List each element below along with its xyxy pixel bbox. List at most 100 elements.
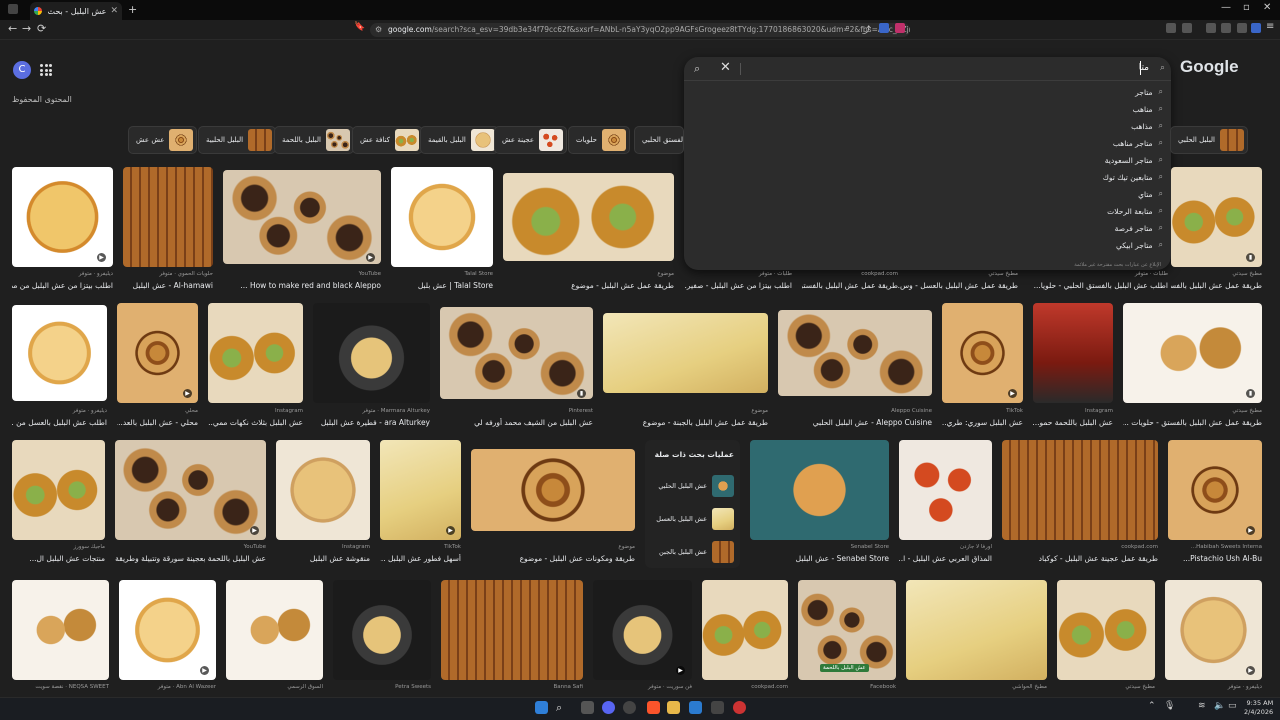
image-caption[interactable]: عش البلبل باللحمة بعجينة سورقة وتتبيلة و…: [115, 554, 266, 563]
app-icon[interactable]: [623, 701, 636, 714]
saved-content-link[interactable]: المحتوى المحفوظ: [12, 95, 72, 104]
related-search-item[interactable]: عش البلبل الحلبي: [650, 474, 734, 498]
result-image[interactable]: [115, 440, 266, 540]
image-caption[interactable]: طريقة ومكونات عش البلبل - موضوع: [471, 554, 635, 563]
result-image[interactable]: [391, 167, 493, 267]
image-caption[interactable]: Pistachio Ush Al-Bu...: [1168, 554, 1262, 563]
result-image[interactable]: [1168, 440, 1262, 540]
avatar[interactable]: C: [13, 61, 31, 79]
result-image[interactable]: [1165, 580, 1262, 680]
result-image[interactable]: [119, 580, 216, 680]
image-caption[interactable]: منتجات عش البلبل ال...: [12, 554, 105, 563]
result-image[interactable]: [471, 449, 635, 531]
image-caption[interactable]: اطلب بيتزا من عش البلبل - صفير...: [684, 281, 792, 290]
result-image[interactable]: [223, 170, 381, 264]
chip[interactable]: عجينة عش: [494, 126, 567, 154]
chip[interactable]: البلبل بالفستق الحلبي: [634, 126, 684, 154]
chip[interactable]: حلويات: [568, 126, 630, 154]
result-image[interactable]: [276, 440, 370, 540]
image-caption[interactable]: عش البلبل من الشيف محمد أورفه لي: [440, 418, 593, 427]
result-image[interactable]: [603, 313, 768, 393]
google-logo[interactable]: Google: [1180, 57, 1239, 77]
result-image[interactable]: [440, 307, 593, 399]
result-image[interactable]: [12, 305, 107, 401]
image-caption[interactable]: Talal Store | عش بلبل: [391, 281, 493, 290]
related-search-item[interactable]: عش البلبل بالجبن: [650, 540, 734, 564]
result-image[interactable]: [1123, 303, 1262, 403]
chip[interactable]: البلبل بالقيمة: [420, 126, 499, 154]
menu-icon[interactable]: ≡: [1266, 21, 1276, 32]
result-image[interactable]: [12, 440, 105, 540]
task-view-icon[interactable]: [581, 701, 594, 714]
result-image[interactable]: [1002, 440, 1158, 540]
image-caption[interactable]: محلي - عش البلبل بالعد...: [117, 418, 198, 427]
result-image[interactable]: [226, 580, 323, 680]
suggestion-item[interactable]: ⌕ متاجر فرصة: [1115, 223, 1163, 233]
result-image[interactable]: [778, 310, 932, 396]
discord-icon[interactable]: [602, 701, 615, 714]
image-caption[interactable]: ara Alturkey - فطيرة عش البلبل: [313, 418, 430, 427]
result-image[interactable]: عش البلبل باللحمة: [798, 580, 896, 680]
result-image[interactable]: [333, 580, 431, 680]
start-icon[interactable]: [535, 701, 548, 714]
result-image[interactable]: [313, 303, 430, 403]
image-caption[interactable]: المذاق العربي عش البلبل - ا...: [899, 554, 992, 563]
apps-grid-icon[interactable]: [40, 64, 52, 76]
image-caption[interactable]: عش البلبل باللحمة حمو...: [1033, 418, 1113, 427]
result-image[interactable]: [702, 580, 788, 680]
close-window-icon[interactable]: ✕: [1263, 2, 1271, 13]
result-image[interactable]: [12, 580, 109, 680]
image-caption[interactable]: Senabel Store - عش البلبل: [750, 554, 889, 563]
app-icon[interactable]: [711, 701, 724, 714]
image-caption[interactable]: Aleppo Cuisine - عش البلبل الحلبي: [778, 418, 932, 427]
extensions-icon[interactable]: [1166, 23, 1176, 33]
suggestion-item[interactable]: ⌕ مذاهب: [1131, 121, 1163, 131]
suggestion-item[interactable]: ⌕ متاجر ابيكي: [1116, 240, 1163, 250]
image-caption[interactable]: عش البلبل بثلاث نكهات ممي...: [208, 418, 303, 427]
shield-icon[interactable]: [879, 23, 889, 33]
suggestion-item[interactable]: ⌕ متاجر مناهب: [1113, 138, 1163, 148]
image-caption[interactable]: طريقة عمل عش البلبل - موضوع: [503, 281, 674, 290]
back-icon[interactable]: ←: [8, 22, 17, 35]
folder-icon[interactable]: [667, 701, 680, 714]
result-image[interactable]: [906, 580, 1047, 680]
chip[interactable]: البلبل الحلبية: [198, 126, 277, 154]
image-caption[interactable]: أسهل فطور عش البلبل ...: [380, 554, 461, 563]
result-image[interactable]: [12, 167, 113, 267]
suggestion-item[interactable]: ⌕ متابعة الرحلات: [1107, 206, 1163, 216]
related-search-item[interactable]: عش البلبل بالعسل: [650, 507, 734, 531]
image-caption[interactable]: Al-hamawi - عش البلبل: [123, 281, 213, 290]
chevron-up-icon[interactable]: ⌃: [1148, 701, 1161, 714]
suggestion-item[interactable]: ⌕ مناهب: [1133, 104, 1163, 114]
result-image[interactable]: [117, 303, 198, 403]
result-image[interactable]: [750, 440, 889, 540]
image-caption[interactable]: طريقة عمل عش البلبل بالفستق...: [802, 281, 898, 290]
url-field[interactable]: ⚙ google.com/search?sca_esv=39db3e34f79c…: [370, 23, 910, 37]
tab-actions-icon[interactable]: [8, 4, 18, 14]
volume-icon[interactable]: 🔈: [1214, 701, 1227, 714]
image-caption[interactable]: طريقة عمل عجينة عش البلبل - كوكباد: [1002, 554, 1158, 563]
app-icon[interactable]: [689, 701, 702, 714]
sidebar-icon[interactable]: [1206, 23, 1216, 33]
extension-icon[interactable]: [895, 23, 905, 33]
profile-icon[interactable]: [1251, 23, 1261, 33]
result-image[interactable]: [123, 167, 213, 267]
result-image[interactable]: [899, 440, 992, 540]
report-link[interactable]: الإبلاغ عن عبارات بحث مقترحة غير ملائمة: [1074, 262, 1161, 268]
image-caption[interactable]: اطلب عش البلبل بالفستق الحلبي - حلويا...: [1026, 281, 1168, 290]
clock[interactable]: 9:35 AM 2/4/2026: [1244, 699, 1273, 717]
image-caption[interactable]: اطلب عش البلبل بالعسل من ...: [12, 418, 107, 427]
reading-icon[interactable]: [1182, 23, 1192, 33]
suggestion-item[interactable]: ⌕ متاجر السعودية: [1105, 155, 1163, 165]
suggestion-item[interactable]: ⌕ متاجر: [1135, 87, 1163, 97]
site-info-icon[interactable]: ⚙: [375, 23, 382, 37]
chip[interactable]: كنافة عش: [352, 126, 424, 154]
result-image[interactable]: [441, 580, 583, 680]
lens-search-icon[interactable]: ⌕: [694, 62, 700, 76]
bookmark-icon[interactable]: 🔖: [354, 22, 365, 32]
image-caption[interactable]: اطلب بيتزا من عش البلبل من مطع...: [12, 281, 113, 290]
maximize-icon[interactable]: ▫: [1243, 2, 1250, 13]
result-image[interactable]: [1057, 580, 1155, 680]
zoom-icon[interactable]: ⌕: [845, 23, 855, 33]
share-icon[interactable]: ⤴: [862, 23, 872, 36]
